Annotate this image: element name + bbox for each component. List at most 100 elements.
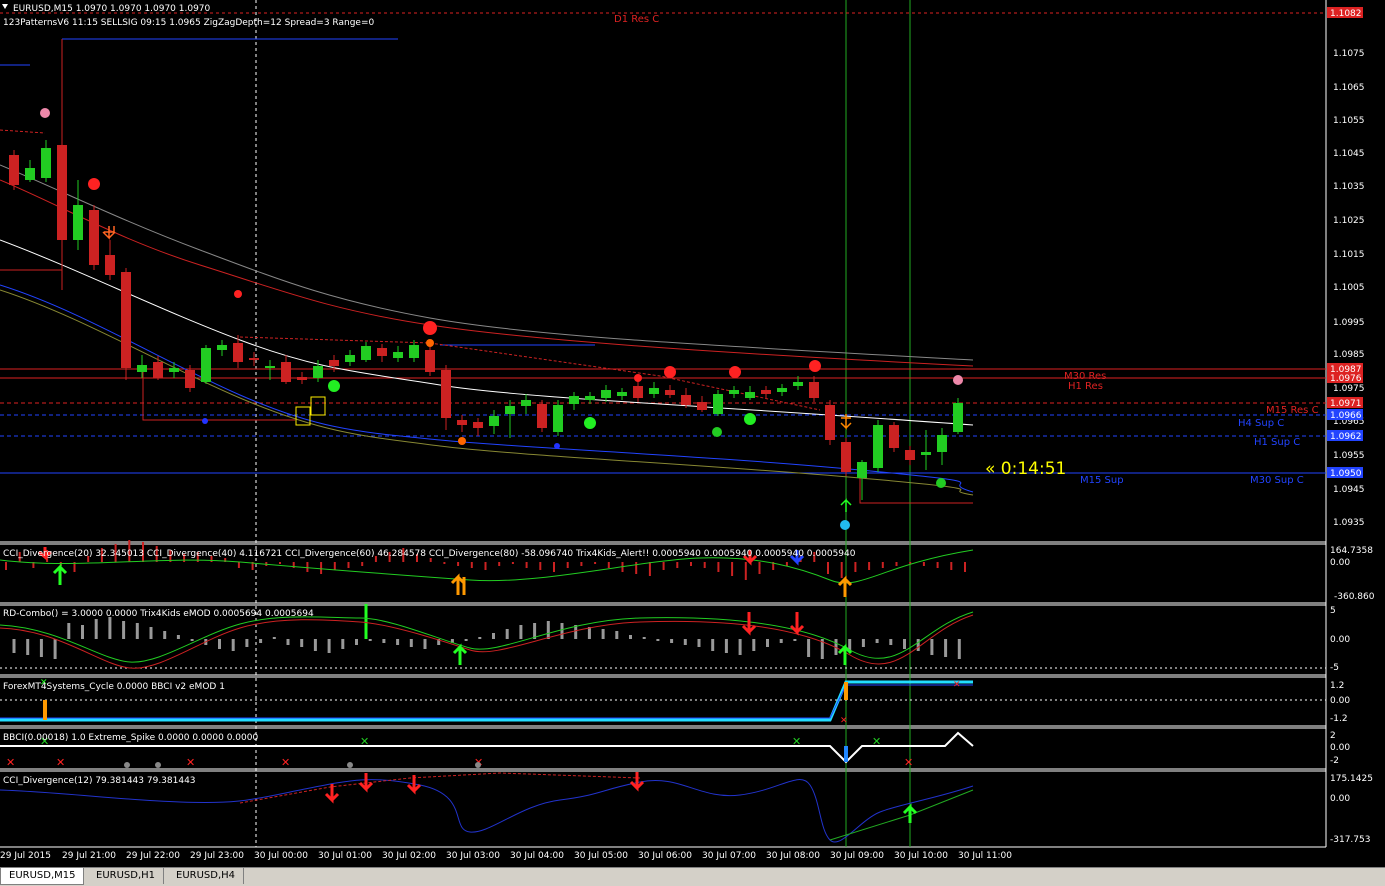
p2-scale-top: 5	[1330, 606, 1336, 616]
candle-body	[393, 352, 403, 358]
time-tick-label: 30 Jul 05:00	[574, 851, 628, 861]
price-tick-label: 1.1005	[1333, 283, 1365, 293]
label-h1-sup: H1 Sup C	[1254, 437, 1300, 448]
price-tick-label: 1.0975	[1333, 384, 1365, 394]
signal-dot	[202, 418, 208, 424]
candle-body	[409, 345, 419, 358]
price-level-box-label: 1.0976	[1330, 374, 1362, 384]
time-tick-label: 29 Jul 21:00	[62, 851, 116, 861]
candle-body	[729, 390, 739, 394]
signal-dot	[423, 321, 437, 335]
time-tick-label: 30 Jul 09:00	[830, 851, 884, 861]
svg-text:✕: ✕	[840, 716, 848, 726]
label-m30-sup: M30 Sup C	[1250, 475, 1304, 486]
candle-body	[425, 350, 435, 372]
candle-body	[697, 402, 707, 410]
panel3-title: ForexMT4Systems_Cycle 0.0000 BBCI v2 eMO…	[3, 682, 225, 692]
label-m15-sup: M15 Sup	[1080, 475, 1124, 486]
p2-scale-bot: -5	[1330, 663, 1339, 673]
x-marker-icon: ✕	[186, 756, 195, 769]
time-tick-label: 29 Jul 23:00	[190, 851, 244, 861]
p1-scale-mid: 0.00	[1330, 558, 1350, 568]
candle-body	[601, 390, 611, 398]
candle-body	[537, 404, 547, 428]
candle-body	[905, 450, 915, 460]
chart-canvas[interactable]: D1 Res C M30 Res H1 Res M15 Res C H4 Sup…	[0, 0, 1385, 867]
candle-body	[921, 452, 931, 455]
candle-body	[9, 155, 19, 185]
candle-body	[169, 368, 179, 372]
time-tick-label: 29 Jul 2015	[0, 851, 51, 861]
price-tick-label: 1.0935	[1333, 518, 1365, 528]
candle-body	[473, 422, 483, 428]
p5-scale-bot: -317.753	[1330, 835, 1370, 845]
p2-scale-mid: 0.00	[1330, 635, 1350, 645]
label-h1-res: H1 Res	[1068, 381, 1103, 392]
candle-body	[41, 148, 51, 178]
x-marker-icon: ✕	[872, 735, 881, 748]
grey-dot	[475, 762, 481, 768]
p3-scale-bot: -1.2	[1330, 714, 1348, 724]
signal-dot	[664, 366, 676, 378]
candle-body	[297, 377, 307, 380]
p1-scale-bot: -360.860	[1334, 592, 1375, 602]
candle-body	[313, 366, 323, 378]
indicator-line: 123PatternsV6 11:15 SELLSIG 09:15 1.0965…	[3, 18, 374, 28]
candle-body	[457, 420, 467, 425]
candle-body	[585, 396, 595, 400]
candle-body	[233, 343, 243, 362]
signal-dot	[744, 413, 756, 425]
price-level-box-label: 1.0971	[1330, 399, 1362, 409]
p4-scale-bot: -2	[1330, 756, 1339, 766]
time-tick-label: 30 Jul 08:00	[766, 851, 820, 861]
time-tick-label: 30 Jul 02:00	[382, 851, 436, 861]
signal-dot	[328, 380, 340, 392]
tab-eurusd-h1[interactable]: EURUSD,H1	[88, 868, 165, 884]
candle-body	[441, 370, 451, 418]
candle-body	[649, 388, 659, 394]
label-m15-res: M15 Res C	[1266, 405, 1319, 416]
candle-body	[777, 388, 787, 392]
candle-body	[841, 442, 851, 472]
x-marker-icon: ✕	[360, 735, 369, 748]
price-tick-label: 1.1065	[1333, 83, 1365, 93]
candle-body	[153, 362, 163, 378]
chart-tab-bar: EURUSD,M15 EURUSD,H1 EURUSD,H4	[0, 867, 1385, 886]
candle-body	[57, 145, 67, 240]
time-tick-label: 30 Jul 10:00	[894, 851, 948, 861]
bar-timer: « 0:14:51	[985, 459, 1066, 479]
candle-body	[937, 435, 947, 452]
x-marker-icon: ✕	[792, 735, 801, 748]
x-marker-icon: ✕	[904, 756, 913, 769]
price-tick-label: 1.1045	[1333, 149, 1365, 159]
signal-dot	[729, 366, 741, 378]
candle-body	[953, 403, 963, 432]
x-marker-icon: ✕	[6, 756, 15, 769]
candle-body	[521, 400, 531, 406]
panel4-title: BBCI(0.00018) 1.0 Extreme_Spike 0.0000 0…	[3, 733, 258, 743]
time-tick-label: 29 Jul 22:00	[126, 851, 180, 861]
candle-body	[761, 390, 771, 394]
price-tick-label: 1.1025	[1333, 216, 1365, 226]
price-level-box-label: 1.0950	[1330, 469, 1362, 479]
tab-eurusd-m15[interactable]: EURUSD,M15	[0, 868, 85, 885]
grey-dot	[347, 762, 353, 768]
p4-scale-top: 2	[1330, 731, 1336, 741]
time-tick-label: 30 Jul 11:00	[958, 851, 1012, 861]
price-tick-label: 1.0945	[1333, 485, 1365, 495]
candle-body	[361, 346, 371, 360]
price-tick-label: 1.1015	[1333, 250, 1365, 260]
candle-body	[185, 370, 195, 388]
tab-eurusd-h4[interactable]: EURUSD,H4	[168, 868, 245, 884]
price-tick-label: 1.0995	[1333, 318, 1365, 328]
panel5-title: CCI_Divergence(12) 79.381443 79.381443	[3, 776, 196, 786]
price-tick-label: 1.1035	[1333, 182, 1365, 192]
candle-body	[377, 348, 387, 356]
grey-dot	[124, 762, 130, 768]
candle-body	[569, 396, 579, 404]
time-tick-label: 30 Jul 06:00	[638, 851, 692, 861]
candle-body	[889, 425, 899, 448]
candle-body	[825, 405, 835, 440]
p3-scale-mid: 0.00	[1330, 696, 1350, 706]
signal-dot	[634, 374, 642, 382]
